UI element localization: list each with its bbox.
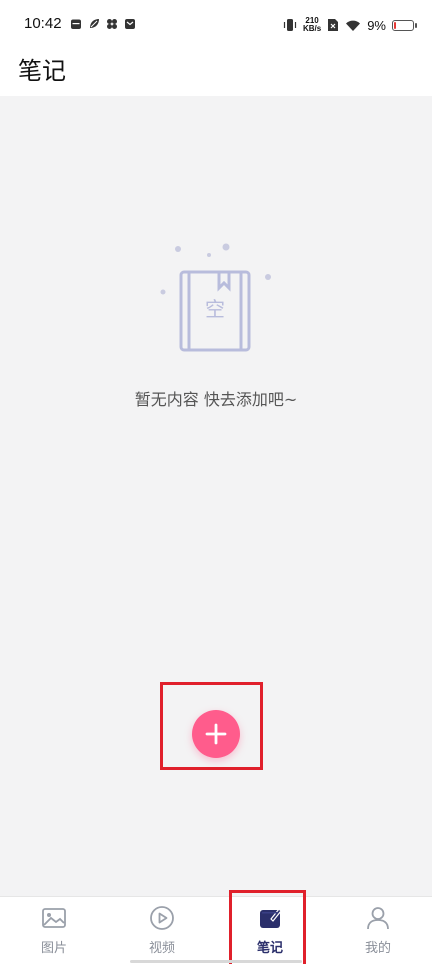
plus-icon — [205, 723, 227, 745]
leaf-icon — [90, 19, 99, 28]
battery-percent: 9% — [367, 17, 386, 33]
battery-icon — [392, 19, 417, 31]
play-icon — [150, 906, 174, 930]
clover-icon — [107, 19, 117, 29]
empty-state-text: 暂无内容 快去添加吧~ — [134, 390, 298, 409]
tab-label: 我的 — [364, 941, 391, 956]
tab-mine[interactable]: 我的 — [324, 897, 432, 965]
network-speed: 210 KB/s — [303, 17, 321, 33]
wifi-icon — [346, 20, 361, 31]
tab-bar: 图片 视频 笔记 我的 — [0, 896, 432, 964]
status-time: 10:42 — [24, 15, 62, 32]
header: 笔记 — [0, 48, 432, 96]
status-right: 210 KB/s 9% — [283, 15, 417, 35]
tab-label: 图片 — [40, 941, 67, 956]
tab-label: 视频 — [148, 941, 175, 956]
main-content: 空 暂无内容 快去添加吧~ — [0, 96, 432, 896]
empty-icon-char: 空 — [205, 297, 225, 321]
tab-highlight-box — [229, 890, 306, 964]
empty-notebook-icon: 空 — [160, 243, 271, 352]
message-icon — [125, 19, 135, 29]
calendar-icon — [71, 19, 81, 29]
tab-videos[interactable]: 视频 — [108, 897, 216, 965]
tab-images[interactable]: 图片 — [0, 897, 108, 965]
status-bar: 10:42 210 KB/s 9% — [0, 0, 432, 48]
page-title: 笔记 — [18, 57, 66, 85]
vibrate-icon — [283, 19, 297, 31]
person-icon — [367, 907, 389, 930]
add-note-button[interactable] — [192, 710, 240, 758]
image-icon — [42, 908, 66, 928]
sim-icon — [328, 19, 339, 31]
speed-unit: KB/s — [302, 24, 322, 33]
home-indicator — [130, 960, 302, 963]
